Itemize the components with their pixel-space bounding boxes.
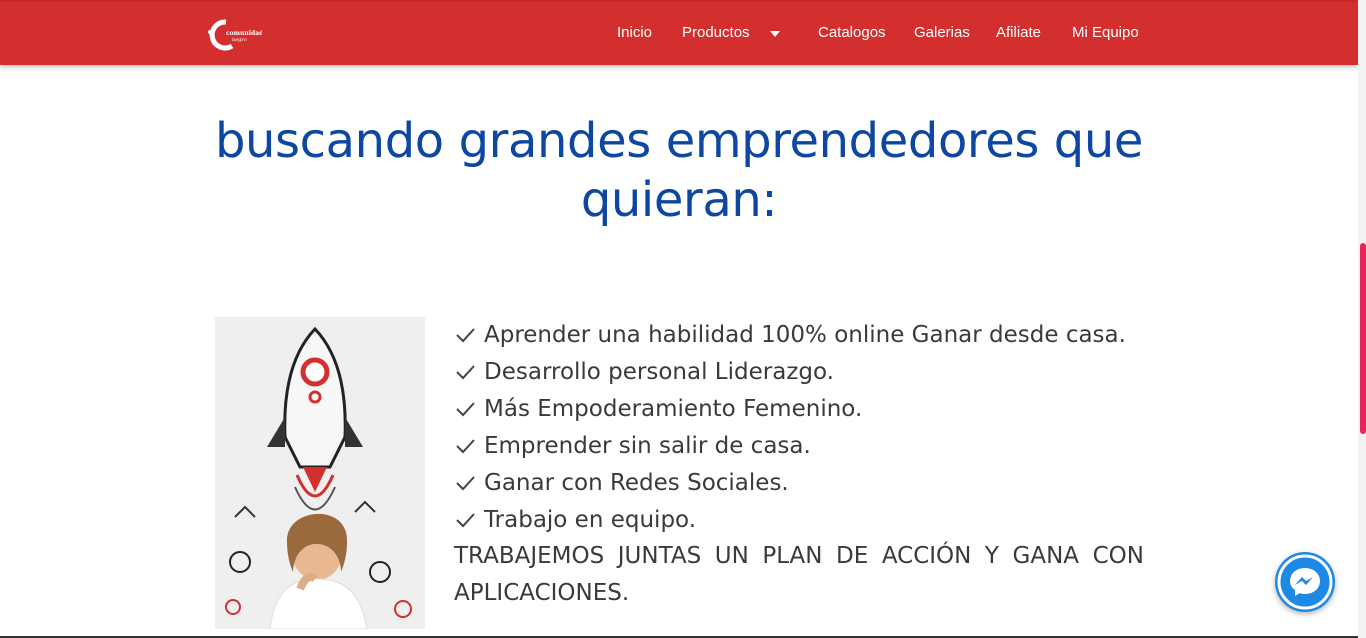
cta-line-2: APLICACIONES.: [454, 580, 630, 606]
cta-word: JUNTAS: [617, 543, 702, 569]
cta-word: GANA: [1012, 543, 1080, 569]
check-icon: [456, 438, 475, 453]
list-item: Trabajo en equipo.: [454, 501, 1144, 538]
feature-list: Aprender una habilidad 100% online Ganar…: [454, 316, 1144, 538]
call-to-action-text: TRABAJEMOS JUNTAS UN PLAN DE ACCIÓN Y GA…: [454, 538, 1144, 612]
page-heading: buscando grandes emprendedores que quier…: [200, 112, 1158, 230]
feature-text: Emprender sin salir de casa.: [484, 432, 811, 459]
nav-item-inicio[interactable]: Inicio: [617, 24, 652, 41]
top-navbar: comunidad negro Inicio Productos Catalog…: [0, 0, 1358, 65]
nav-item-galerias[interactable]: Galerias: [914, 24, 970, 41]
cta-word: TRABAJEMOS: [454, 543, 605, 569]
cta-word: ACCIÓN: [881, 543, 972, 569]
check-icon: [456, 327, 475, 342]
cta-word: DE: [836, 543, 869, 569]
nav-item-productos[interactable]: Productos: [682, 24, 750, 41]
feature-text: Ganar con Redes Sociales.: [484, 469, 789, 496]
cta-word: UN: [714, 543, 749, 569]
check-icon: [456, 475, 475, 490]
list-item: Más Empoderamiento Femenino.: [454, 390, 1144, 427]
messenger-chat-button[interactable]: [1275, 552, 1335, 612]
nav-item-afiliate[interactable]: Afiliate: [996, 24, 1041, 41]
feature-text: Aprender una habilidad 100% online Ganar…: [484, 321, 1126, 348]
cta-line-1: TRABAJEMOS JUNTAS UN PLAN DE ACCIÓN Y GA…: [454, 538, 1144, 575]
nav-menu: Inicio Productos Catalogos Galerias Afil…: [0, 0, 1358, 65]
list-item: Desarrollo personal Liderazgo.: [454, 353, 1144, 390]
chevron-down-icon[interactable]: [770, 31, 780, 37]
nav-item-mi-equipo[interactable]: Mi Equipo: [1072, 24, 1139, 41]
cta-word: PLAN: [762, 543, 823, 569]
check-icon: [456, 401, 475, 416]
cta-word: Y: [984, 543, 999, 569]
feature-text: Más Empoderamiento Femenino.: [484, 395, 863, 422]
rocket-woman-illustration: [215, 317, 425, 629]
heading-line-2: quieran:: [580, 172, 778, 228]
check-icon: [456, 364, 475, 379]
list-item: Ganar con Redes Sociales.: [454, 464, 1144, 501]
list-item: Aprender una habilidad 100% online Ganar…: [454, 316, 1144, 353]
nav-item-catalogos[interactable]: Catalogos: [818, 24, 886, 41]
feature-text: Trabajo en equipo.: [484, 506, 697, 533]
check-icon: [456, 512, 475, 527]
scrollbar-thumb[interactable]: [1360, 243, 1366, 434]
feature-text: Desarrollo personal Liderazgo.: [484, 358, 834, 385]
heading-line-1: buscando grandes emprendedores que: [214, 113, 1144, 169]
messenger-icon: [1277, 554, 1333, 610]
cta-word: CON: [1092, 543, 1144, 569]
list-item: Emprender sin salir de casa.: [454, 427, 1144, 464]
